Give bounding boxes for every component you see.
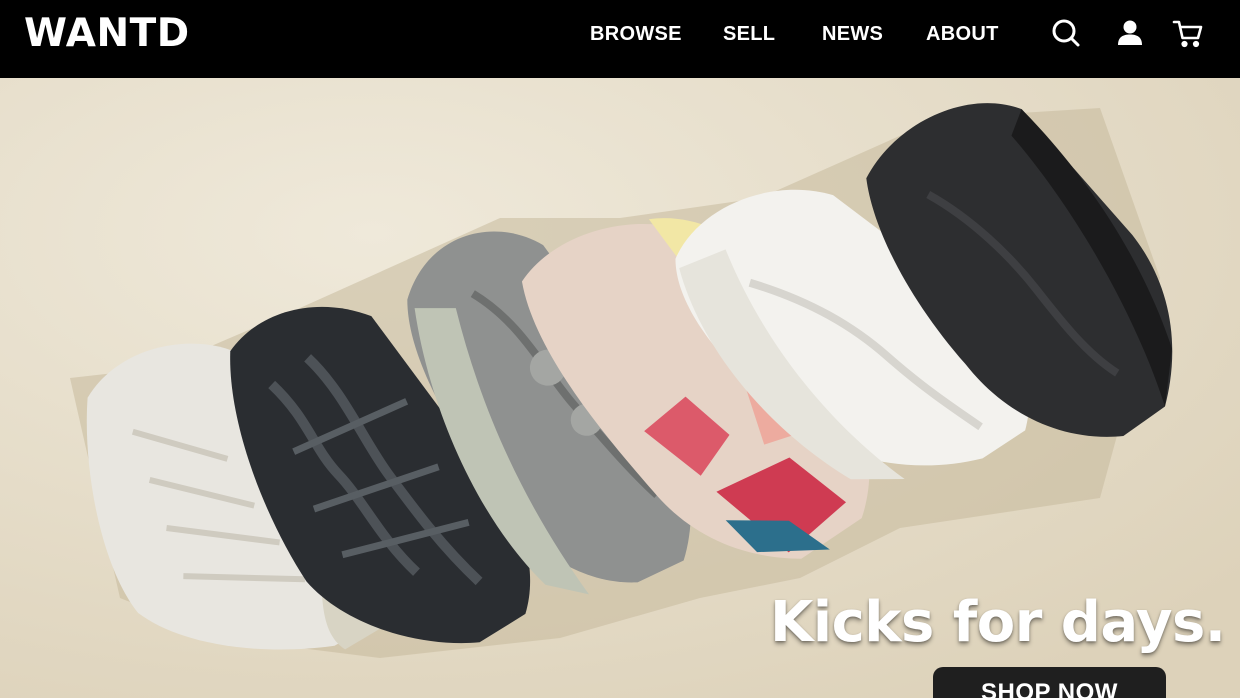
site-header: WANTD BROWSE SELL NEWS ABOUT: [0, 0, 1240, 78]
logo[interactable]: WANTD: [24, 12, 190, 56]
search-icon[interactable]: [1050, 17, 1082, 49]
hero-banner: Kicks for days. SHOP NOW: [0, 78, 1240, 698]
shop-now-button[interactable]: SHOP NOW: [933, 667, 1166, 698]
cart-icon[interactable]: [1172, 17, 1204, 49]
hero-headline: Kicks for days.: [770, 590, 1226, 655]
account-icon[interactable]: [1114, 17, 1146, 49]
nav-about[interactable]: ABOUT: [926, 22, 999, 46]
nav-browse[interactable]: BROWSE: [590, 22, 682, 46]
nav-news[interactable]: NEWS: [822, 22, 883, 46]
nav-sell[interactable]: SELL: [723, 22, 775, 46]
